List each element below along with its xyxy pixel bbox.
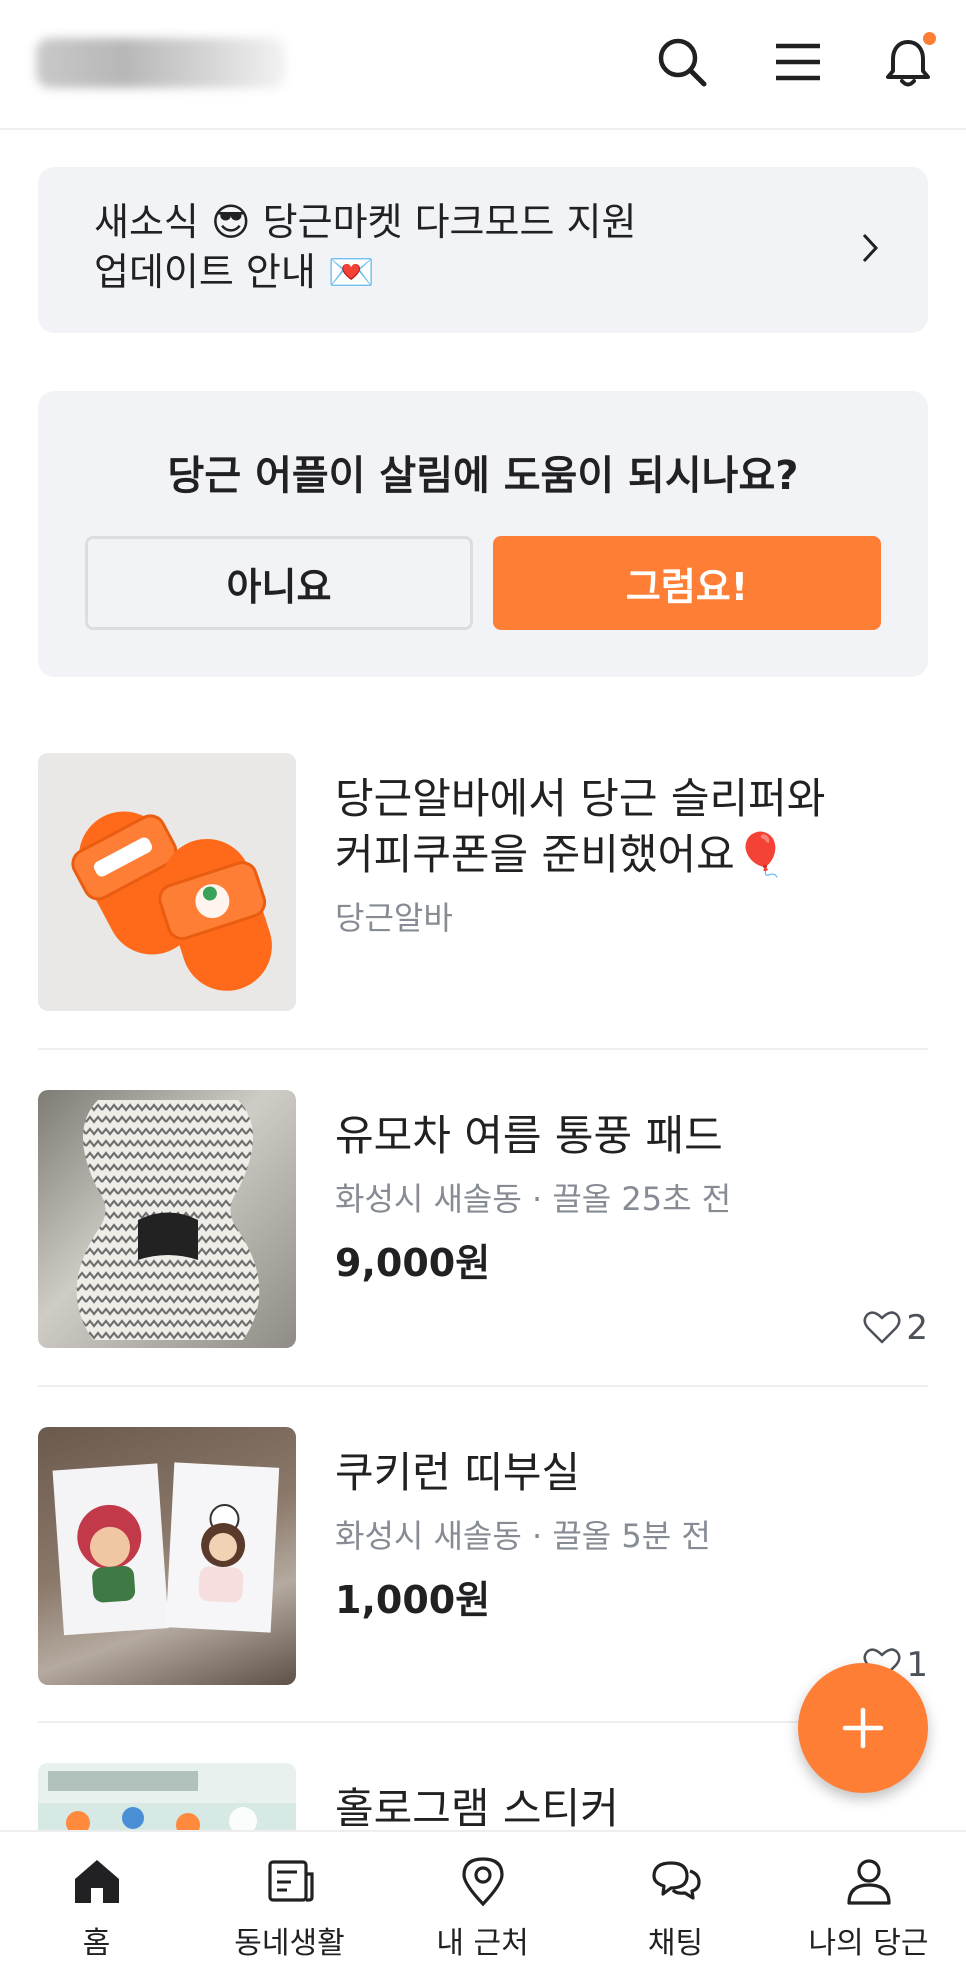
item-info: 당근알바에서 당근 슬리퍼와 커피쿠폰을 준비했어요🎈 당근알바 xyxy=(335,771,925,939)
like-count-value: 1 xyxy=(906,1645,928,1685)
nav-label: 홈 xyxy=(82,1926,111,1961)
nav-nearby[interactable]: 내 근처 xyxy=(386,1832,579,1962)
stroller-pad-image xyxy=(38,1090,296,1348)
news-line2: 업데이트 안내 💌 xyxy=(94,250,376,294)
bell-icon[interactable] xyxy=(880,32,936,90)
item-title-line2: 커피쿠폰을 준비했어요🎈 xyxy=(335,830,788,879)
item-info: 홀로그램 스티커 xyxy=(335,1781,925,1837)
item-info: 유모차 여름 통풍 패드 화성시 새솔동 · 끌올 25초 전 9,000원 xyxy=(335,1108,925,1287)
item-title: 홀로그램 스티커 xyxy=(335,1784,619,1833)
nav-label: 동네생활 xyxy=(234,1926,345,1961)
nav-label: 채팅 xyxy=(647,1926,704,1961)
item-source: 당근알바 xyxy=(335,899,453,937)
like-count-value: 2 xyxy=(906,1308,928,1348)
news-line1: 새소식 😎 당근마켓 다크모드 지원 xyxy=(94,200,637,244)
top-app-bar xyxy=(0,0,966,130)
divider xyxy=(38,1385,928,1387)
chat-icon xyxy=(651,1861,701,1900)
item-title: 당근알바에서 당근 슬리퍼와 커피쿠폰을 준비했어요🎈 xyxy=(335,771,925,883)
item-price: 1,000원 xyxy=(335,1578,491,1622)
plus-icon xyxy=(842,1707,884,1749)
divider xyxy=(38,1048,928,1050)
divider xyxy=(38,1721,928,1723)
item-title: 쿠키런 띠부실 xyxy=(335,1448,581,1497)
bottom-navigation: 홈 동네생활 내 근처 채팅 나의 당근 xyxy=(0,1830,966,1962)
news-text: 새소식 😎 당근마켓 다크모드 지원 업데이트 안내 💌 xyxy=(94,197,814,297)
no-button[interactable]: 아니요 xyxy=(85,536,473,630)
feed-item[interactable]: 유모차 여름 통풍 패드 화성시 새솔동 · 끌올 25초 전 9,000원 2 xyxy=(38,1090,928,1348)
person-icon xyxy=(846,1859,891,1905)
item-meta: 화성시 새솔동 · 끌올 25초 전 xyxy=(335,1180,732,1218)
nav-neighborhood[interactable]: 동네생활 xyxy=(193,1832,386,1962)
survey-card: 당근 어플이 살림에 도움이 되시나요? 아니요 그럼요! xyxy=(38,391,928,677)
like-count: 2 xyxy=(862,1308,928,1348)
chevron-right-icon xyxy=(862,233,879,263)
news-icon xyxy=(267,1860,314,1902)
nav-chat[interactable]: 채팅 xyxy=(579,1832,772,1962)
location-selector-blurred[interactable] xyxy=(36,38,286,88)
feed-item-ad[interactable]: 당근알바에서 당근 슬리퍼와 커피쿠폰을 준비했어요🎈 당근알바 xyxy=(38,753,928,1011)
news-banner[interactable]: 새소식 😎 당근마켓 다크모드 지원 업데이트 안내 💌 xyxy=(38,167,928,333)
item-info: 쿠키런 띠부실 화성시 새솔동 · 끌올 5분 전 1,000원 xyxy=(335,1445,925,1624)
item-title-line1: 당근알바에서 당근 슬리퍼와 xyxy=(335,774,826,823)
nav-my-karrot[interactable]: 나의 당근 xyxy=(772,1832,965,1962)
write-post-button[interactable] xyxy=(798,1663,928,1793)
home-icon xyxy=(74,1860,119,1903)
location-pin-icon xyxy=(461,1857,504,1907)
item-meta: 화성시 새솔동 · 끌올 5분 전 xyxy=(335,1517,711,1555)
feed-item[interactable]: 쿠키런 띠부실 화성시 새솔동 · 끌올 5분 전 1,000원 1 xyxy=(38,1427,928,1685)
item-price: 9,000원 xyxy=(335,1241,491,1285)
survey-question: 당근 어플이 살림에 도움이 되시나요? xyxy=(167,453,799,499)
item-title: 유모차 여름 통풍 패드 xyxy=(335,1111,723,1160)
notification-dot xyxy=(923,32,936,45)
nav-label: 나의 당근 xyxy=(808,1926,929,1961)
search-icon[interactable] xyxy=(654,34,710,90)
yes-button[interactable]: 그럼요! xyxy=(493,536,881,630)
app-screen: 새소식 😎 당근마켓 다크모드 지원 업데이트 안내 💌 당근 어플이 살림에 … xyxy=(0,0,966,1962)
slipper-image xyxy=(38,753,296,1011)
nav-label: 내 근처 xyxy=(436,1926,529,1961)
menu-icon[interactable] xyxy=(770,34,826,90)
sticker-card-image xyxy=(38,1427,296,1685)
heart-icon xyxy=(863,1311,901,1344)
nav-home[interactable]: 홈 xyxy=(0,1832,193,1962)
